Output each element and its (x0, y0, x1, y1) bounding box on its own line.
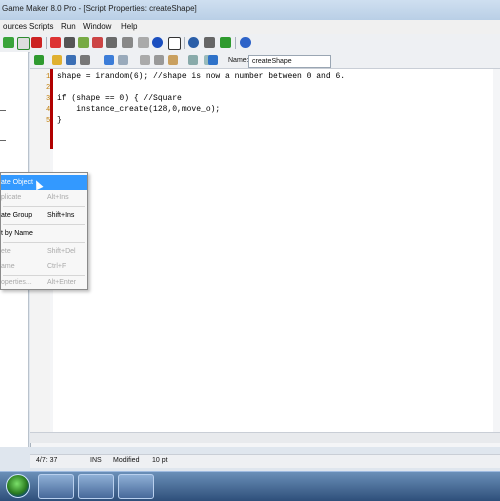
global-settings-icon[interactable] (204, 37, 215, 48)
line-number: 1 (46, 73, 51, 81)
line-number: 5 (46, 117, 51, 125)
modified-status: Modified (113, 457, 140, 464)
code-line[interactable]: } (57, 116, 62, 125)
code-editor[interactable] (53, 69, 493, 434)
code-line[interactable]: if (shape == 0) { //Square (57, 94, 182, 103)
script-name-input[interactable]: createShape (248, 55, 331, 68)
title-bar: Game Maker 8.0 Pro - [Script Properties:… (0, 0, 500, 21)
menu-resources[interactable]: ources (3, 22, 27, 31)
menu-item-delete[interactable]: ete Shift+Del (1, 244, 87, 259)
menu-item-properties[interactable]: operties... Alt+Enter (1, 275, 87, 290)
syntax-check-icon[interactable] (208, 55, 218, 65)
menu-item-create-object[interactable]: ate Object (1, 175, 87, 190)
cut-icon[interactable] (140, 55, 150, 65)
line-number: 4 (46, 106, 51, 114)
create-sound-icon[interactable] (64, 37, 75, 48)
create-path-icon[interactable] (92, 37, 103, 48)
paste-icon[interactable] (168, 55, 178, 65)
name-label: Name: (228, 57, 249, 64)
create-room-icon[interactable] (168, 37, 181, 50)
taskbar (0, 471, 500, 501)
undo-icon[interactable] (104, 55, 114, 65)
context-menu: ate Object plicate Alt+Ins ate Group Shi… (0, 172, 88, 290)
find-icon[interactable] (188, 55, 198, 65)
menu-help[interactable]: Help (121, 22, 137, 31)
menu-run[interactable]: Run (61, 22, 76, 31)
menu-item-duplicate[interactable]: plicate Alt+Ins (1, 190, 87, 205)
code-line[interactable]: instance_create(128,0,move_o); (57, 105, 220, 114)
help-icon[interactable] (240, 37, 251, 48)
debug-play-icon[interactable] (31, 37, 42, 48)
play-icon[interactable] (17, 37, 30, 50)
ok-check-icon[interactable] (34, 55, 44, 65)
open-icon[interactable] (52, 55, 62, 65)
menu-item-rename[interactable]: ame Ctrl+F (1, 259, 87, 274)
line-number: 2 (46, 84, 51, 92)
loading-task[interactable] (118, 474, 154, 499)
code-line[interactable]: shape = irandom(6); //shape is now a num… (57, 72, 345, 81)
menu-item-sort-by-name[interactable]: t by Name (1, 226, 87, 241)
print-icon[interactable] (80, 55, 90, 65)
game-information-icon[interactable] (188, 37, 199, 48)
copy-icon[interactable] (154, 55, 164, 65)
menu-window[interactable]: Window (83, 22, 111, 31)
insert-mode: INS (90, 457, 102, 464)
create-timeline-icon[interactable] (138, 37, 149, 48)
window-title: Game Maker 8.0 Pro - [Script Properties:… (2, 4, 197, 13)
horizontal-scrollbar[interactable] (30, 432, 500, 443)
save-icon[interactable] (66, 55, 76, 65)
line-number: 3 (46, 95, 51, 103)
create-object-icon[interactable] (152, 37, 163, 48)
cursor-position: 4/7: 37 (36, 457, 58, 464)
game-maker-pro-task[interactable] (78, 474, 114, 499)
game-maker-task[interactable] (38, 474, 74, 499)
play-icon[interactable] (3, 37, 14, 48)
main-toolbar (0, 34, 500, 53)
menu-bar: ources Scripts Run Window Help (0, 20, 500, 35)
redo-icon[interactable] (118, 55, 128, 65)
create-font-icon[interactable] (122, 37, 133, 48)
font-size: 10 pt (152, 457, 168, 464)
start-orb[interactable] (6, 474, 30, 498)
create-sprite-icon[interactable] (50, 37, 61, 48)
menu-item-create-group[interactable]: ate Group Shift+Ins (1, 208, 87, 223)
create-script-icon[interactable] (106, 37, 117, 48)
create-background-icon[interactable] (78, 37, 89, 48)
extension-packages-icon[interactable] (220, 37, 231, 48)
menu-scripts[interactable]: Scripts (29, 22, 53, 31)
